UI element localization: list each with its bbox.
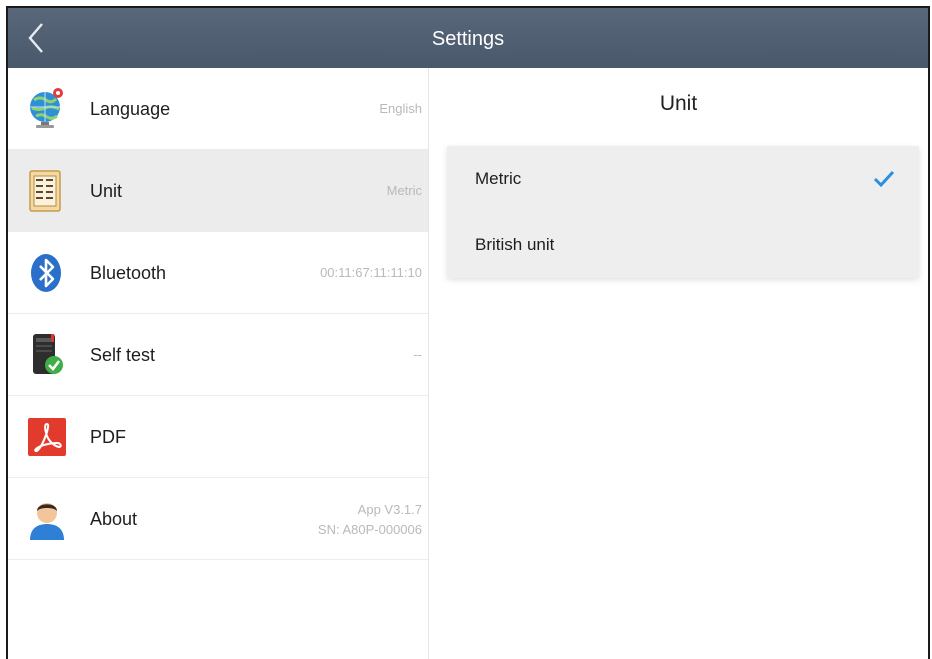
unit-panel: Unit Metric British unit [429, 68, 928, 659]
app-version: App V3.1.7 [357, 502, 422, 517]
bluetooth-icon [24, 250, 70, 296]
unit-option-label: Metric [475, 169, 522, 188]
user-icon [24, 496, 70, 542]
settings-item-label: Bluetooth [90, 263, 167, 283]
top-bar: Settings [8, 8, 928, 68]
unit-panel-title: Unit [659, 92, 698, 115]
settings-item-label: Language [90, 99, 171, 119]
unit-option-label: British unit [475, 235, 555, 254]
settings-item-value: English [379, 101, 422, 116]
settings-item-label: Unit [90, 181, 123, 201]
unit-options-card: Metric British unit [447, 146, 919, 278]
checkmark-icon [873, 170, 895, 188]
unit-option-metric[interactable]: Metric [447, 146, 919, 212]
globe-icon [24, 86, 70, 132]
serial-number: SN: A80P-000006 [317, 522, 422, 537]
settings-item-value: 00:11:67:11:11:10 [320, 265, 422, 280]
settings-item-label: Self test [90, 345, 156, 365]
settings-item-language[interactable]: Language English [8, 68, 428, 150]
settings-item-value: -- [413, 347, 422, 362]
unit-option-british[interactable]: British unit [447, 212, 919, 278]
unit-table-icon [24, 168, 70, 214]
settings-item-bluetooth[interactable]: Bluetooth 00:11:67:11:11:10 [8, 232, 428, 314]
device-check-icon [24, 332, 70, 378]
settings-item-value: Metric [386, 183, 422, 198]
settings-item-label: PDF [90, 427, 126, 447]
about-values: App V3.1.7 SN: A80P-000006 [318, 500, 422, 540]
settings-list: Language English Unit Metric Bluetooth 0… [8, 68, 428, 659]
page-title: Settings [431, 28, 505, 50]
pdf-icon [24, 414, 70, 460]
app-window: Settings Language English Unit Metric Bl… [6, 6, 930, 659]
settings-item-about[interactable]: About App V3.1.7 SN: A80P-000006 [8, 478, 428, 560]
settings-item-label: About [90, 509, 138, 529]
settings-item-self-test[interactable]: Self test -- [8, 314, 428, 396]
settings-item-pdf[interactable]: PDF [8, 396, 428, 478]
settings-item-unit[interactable]: Unit Metric [8, 150, 428, 232]
